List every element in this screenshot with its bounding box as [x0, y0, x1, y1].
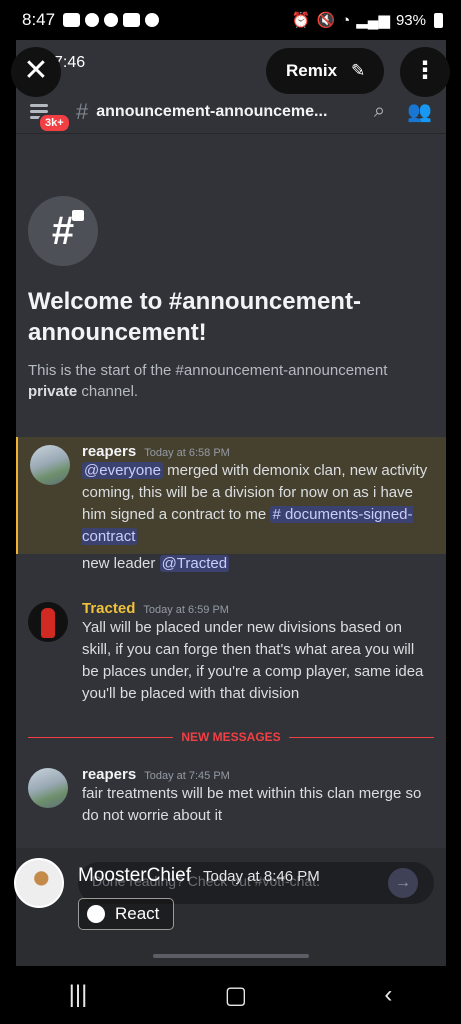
more-options-button[interactable]: ⋮ — [400, 47, 450, 97]
channel-header: 3k+ # announcement-announceme... ⌕ 👥 — [16, 90, 446, 134]
mute-icon: 🔇 — [316, 12, 336, 29]
wifi-icon: ◔ — [341, 11, 351, 29]
channel-name[interactable]: announcement-announceme... — [96, 103, 352, 121]
locked-channel-icon: # — [28, 196, 98, 266]
message-body: @everyone merged with demonix clan, new … — [82, 462, 428, 545]
signal-icon: ▂▄▆ — [356, 12, 390, 29]
xbox-icon — [85, 13, 100, 27]
channel-hash-icon: # — [76, 98, 89, 124]
members-icon[interactable]: 👥 — [407, 99, 432, 124]
message-timestamp: Today at 6:58 PM — [144, 447, 230, 459]
message-timestamp: Today at 6:59 PM — [143, 604, 229, 616]
new-messages-divider: NEW MESSAGES — [28, 730, 434, 744]
close-button[interactable]: ✕ — [11, 47, 61, 97]
story-frame: 7:46 21 3k+ # announcement-announceme...… — [16, 40, 446, 966]
message-author[interactable]: reapers — [82, 443, 136, 460]
gesture-bar — [153, 954, 309, 958]
message-timestamp: Today at 7:45 PM — [144, 770, 230, 782]
android-nav-bar: ||| ▢ ‹ — [0, 966, 461, 1024]
xbox-icon-2 — [104, 13, 119, 27]
battery-percent: 93% — [395, 11, 426, 29]
message-item[interactable]: reapers Today at 6:58 PM @everyone merge… — [16, 437, 446, 554]
image-icon — [123, 13, 141, 27]
send-button[interactable]: → — [388, 868, 418, 898]
poster-time: Today at 8:46 PM — [203, 867, 320, 885]
react-button[interactable]: React — [78, 898, 174, 930]
message-item[interactable]: Tracted Today at 6:59 PM Yall will be pl… — [16, 594, 446, 711]
remix-icon: ✎ — [351, 61, 366, 80]
system-icons: ⏰ 🔇 ◔ ▂▄▆ 93% — [292, 11, 443, 29]
message-body: fair treatments will be met within this … — [82, 785, 422, 824]
search-icon[interactable]: ⌕ — [374, 100, 385, 123]
menu-icon[interactable]: 3k+ — [30, 101, 71, 133]
notification-icons — [63, 13, 160, 27]
avatar[interactable] — [30, 445, 70, 485]
message-author[interactable]: reapers — [82, 766, 136, 783]
alarm-icon: ⏰ — [291, 12, 311, 29]
unread-badge: 3k+ — [38, 112, 71, 133]
emoji-add-icon — [87, 905, 105, 923]
avatar[interactable] — [28, 768, 68, 808]
channel-welcome: # Welcome to #announcement-announcement!… — [28, 196, 438, 402]
message-body: Yall will be placed under new divisions … — [82, 619, 424, 702]
gamepad-icon — [63, 13, 81, 27]
status-time: 8:47 — [22, 10, 56, 29]
message-author[interactable]: Tracted — [82, 600, 135, 617]
poster-avatar[interactable] — [14, 858, 64, 908]
back-icon[interactable]: ‹ — [384, 981, 392, 1009]
cloud-icon — [145, 13, 160, 27]
recents-icon[interactable]: ||| — [69, 981, 88, 1009]
everyone-mention[interactable]: @everyone — [82, 462, 163, 479]
welcome-description: This is the start of the #announcement-a… — [28, 362, 388, 400]
welcome-title: Welcome to #announcement-announcement! — [28, 288, 361, 346]
message-followup: new leader @Tracted — [82, 555, 230, 572]
poster-name[interactable]: MoosterChief — [78, 865, 191, 887]
status-bar: 8:47 ⏰ 🔇 ◔ ▂▄▆ 93% — [0, 0, 461, 40]
battery-icon — [434, 12, 443, 28]
react-label: React — [115, 904, 160, 923]
new-messages-label: NEW MESSAGES — [181, 730, 281, 744]
home-icon[interactable]: ▢ — [225, 981, 248, 1010]
user-mention[interactable]: @Tracted — [159, 555, 230, 572]
message-item[interactable]: reapers Today at 7:45 PM fair treatments… — [16, 760, 446, 833]
avatar[interactable] — [28, 602, 68, 642]
remix-button[interactable]: Remix ✎ — [266, 48, 384, 94]
remix-label: Remix — [286, 61, 338, 80]
